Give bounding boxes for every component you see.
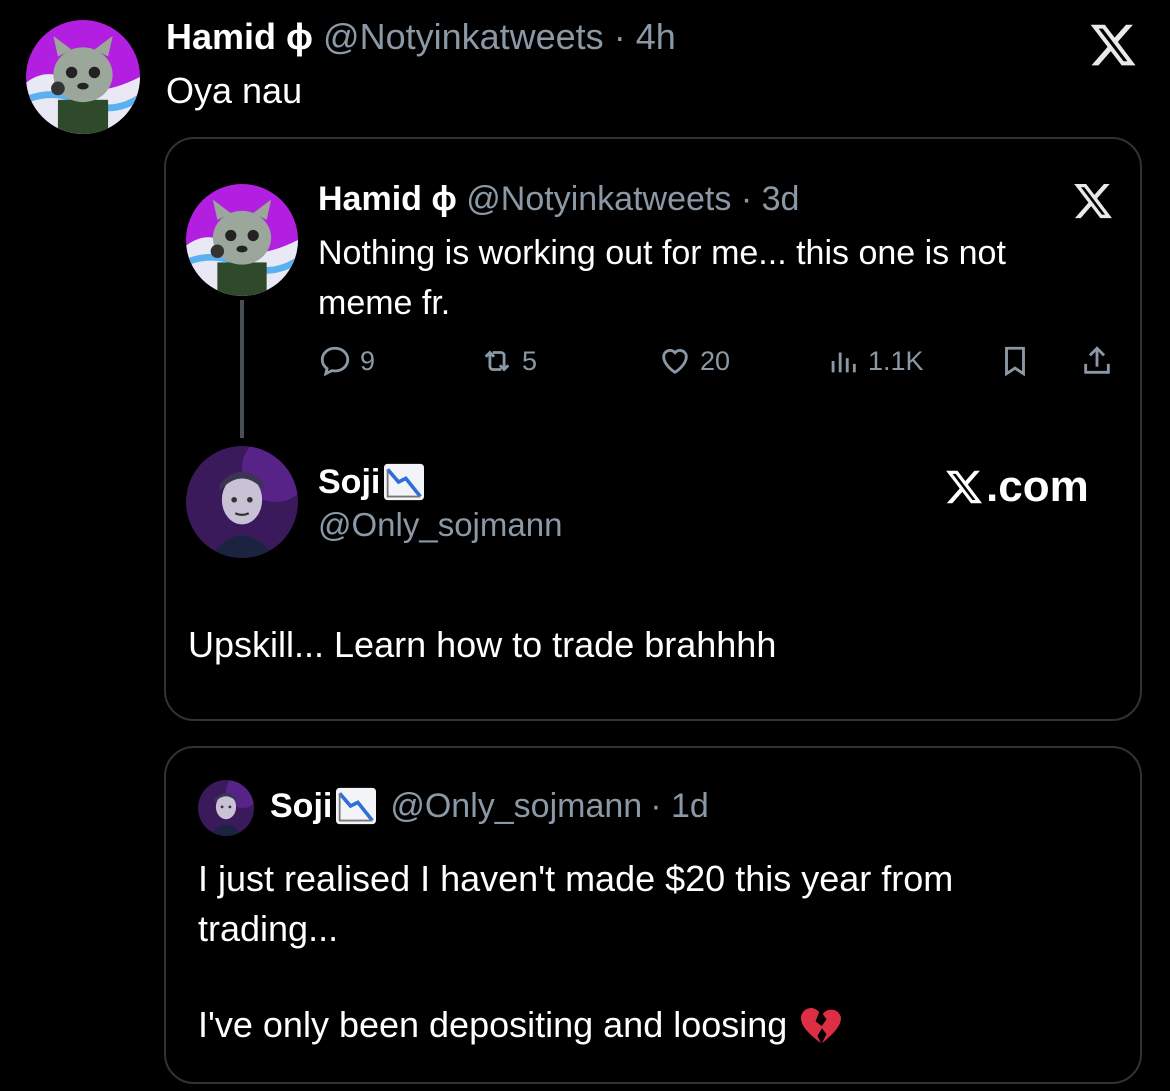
x-com-text: .com [986,462,1089,511]
quoted-tweet-time-2: · 1d [650,786,709,825]
raccoon-avatar-icon [186,184,298,296]
retweet-count: 5 [522,345,538,376]
like-button[interactable]: 20 [658,336,730,386]
quoted-tweet-text-2b: I've only been depositing and loosing [198,1004,843,1046]
bookmark-button[interactable] [998,336,1032,386]
heart-icon [662,349,688,375]
x-logo-icon [1086,20,1140,70]
quoted-tweet-header: Hamid ɸ @Notyinkatweets · 3d [318,180,799,219]
person-avatar-icon [186,446,298,558]
author-avatar[interactable] [26,20,140,134]
reply-button[interactable]: 9 [318,336,375,386]
reply-count: 9 [360,345,376,376]
broken-heart-icon [801,1008,842,1044]
reply-icon [320,346,350,377]
quoted-author-handle-2[interactable]: @Only_sojmann [390,787,642,826]
quoted-tweet-text-2b-content: I've only been depositing and loosing [198,1004,788,1045]
retweet-icon [484,350,510,372]
x-logo-icon [946,470,983,504]
views-button[interactable]: 1.1K [826,336,924,386]
reply-author: Soji [318,462,426,502]
author-handle[interactable]: @Notyinkatweets [323,16,604,57]
person-avatar-icon [198,780,254,836]
bookmark-icon [1005,346,1025,377]
chart-decreasing-icon [336,787,377,825]
tweet-actions: 9 5 20 1.1K [0,336,1170,386]
tweet-header: Hamid ɸ @Notyinkatweets · 4h [166,16,676,58]
share-button[interactable] [1080,336,1114,386]
quoted-tweet-time: · 3d [740,180,800,218]
quoted-author-avatar-2[interactable] [198,780,254,836]
x-logo-icon [1070,180,1116,222]
views-icon [831,352,856,373]
quoted-tweet-text-2: I just realised I haven't made $20 this … [198,858,954,949]
reply-author-name[interactable]: Soji [318,463,380,502]
like-count: 20 [700,345,731,376]
author-name[interactable]: Hamid ɸ [166,16,313,57]
view-count: 1.1K [868,345,924,376]
raccoon-avatar-icon [26,20,140,134]
chart-decreasing-icon [384,463,425,501]
tweet-time: · 4h [613,16,676,57]
tweet-text: Oya nau [166,70,303,111]
quoted-author-name[interactable]: Hamid ɸ [318,180,457,218]
retweet-button[interactable]: 5 [480,336,537,386]
x-com-watermark: .com [944,462,1089,512]
quoted-tweet-text: Nothing is working out for me... this on… [318,234,1006,322]
quoted-author-name-2[interactable]: Soji [270,787,332,826]
reply-text: Upskill... Learn how to trade brahhhh [188,624,777,665]
reply-author-avatar[interactable] [186,446,298,558]
reply-author-handle[interactable]: @Only_sojmann [318,506,562,544]
quoted-author-handle[interactable]: @Notyinkatweets [466,180,731,218]
quoted-tweet-header-2: Soji @Only_sojmann · 1d [270,786,709,826]
quoted-author-avatar[interactable] [186,184,298,296]
share-icon [1084,346,1110,374]
